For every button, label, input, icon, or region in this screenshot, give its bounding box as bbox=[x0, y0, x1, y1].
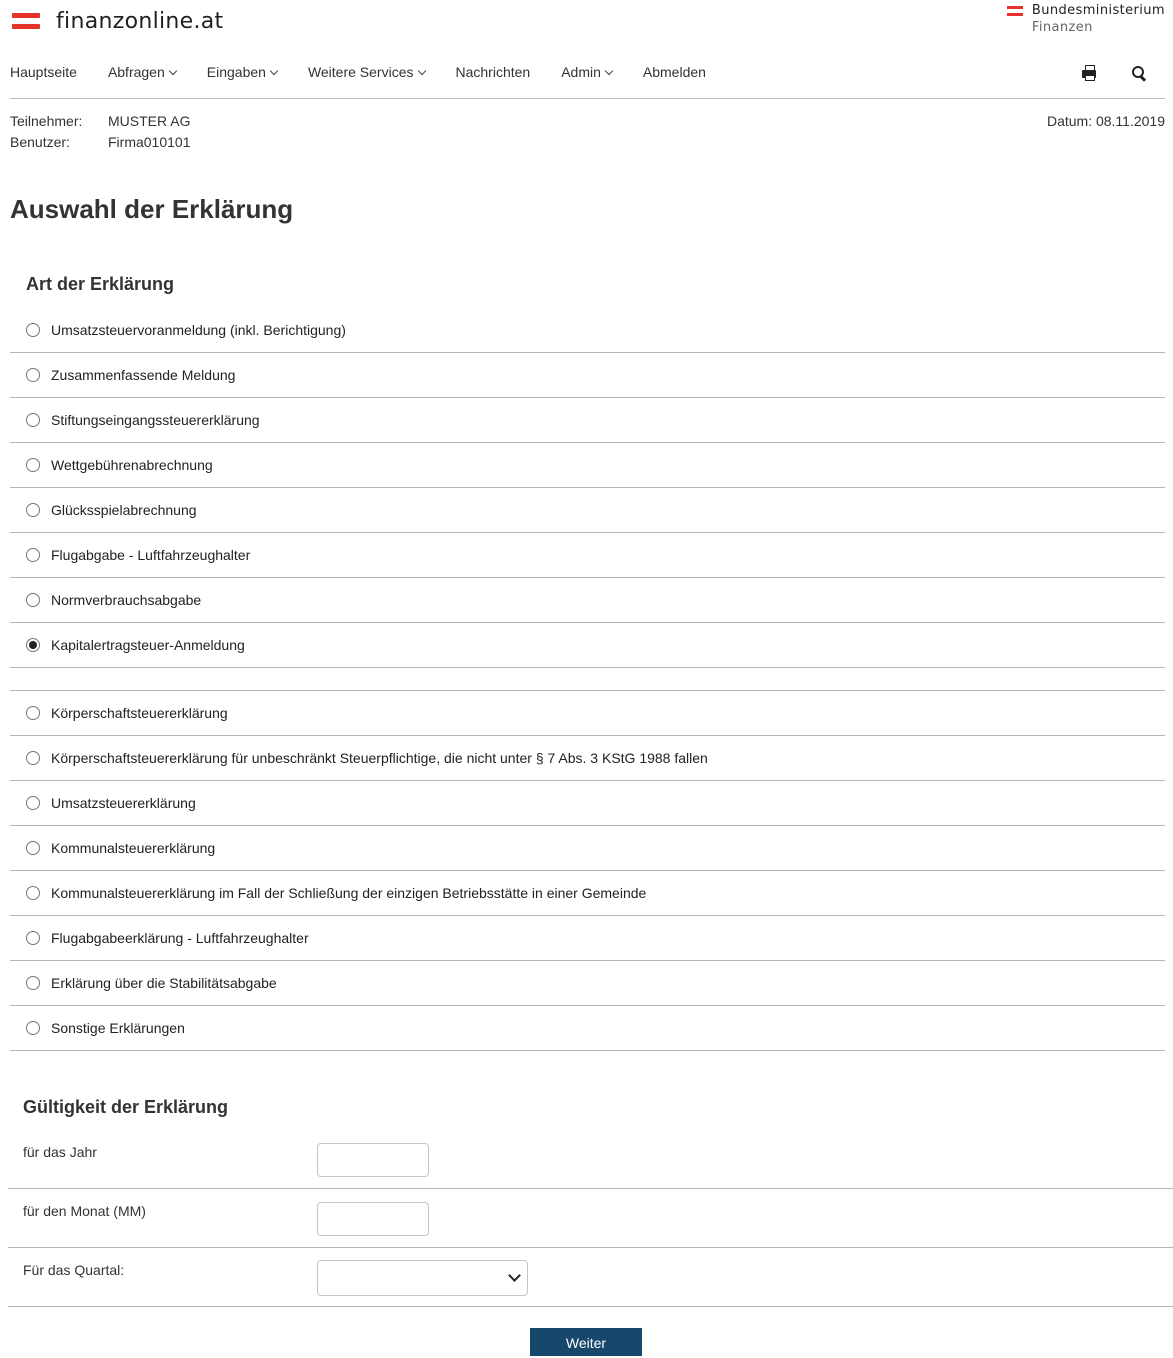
nav-label: Eingaben bbox=[206, 64, 266, 80]
radio-label: Sonstige Erklärungen bbox=[51, 1020, 185, 1036]
radio-option-flugabgabe[interactable]: Flugabgabe - Luftfahrzeughalter bbox=[10, 533, 1165, 578]
main-navigation: Hauptseite Abfragen Eingaben Weitere Ser… bbox=[10, 60, 1165, 99]
nav-item-abfragen[interactable]: Abfragen bbox=[107, 60, 178, 84]
radio-option-umsatzsteuervoranmeldung[interactable]: Umsatzsteuervoranmeldung (inkl. Berichti… bbox=[10, 308, 1165, 353]
radio-label: Flugabgabeerklärung - Luftfahrzeughalter bbox=[51, 930, 309, 946]
nav-label: Abmelden bbox=[642, 64, 706, 80]
quarter-select[interactable] bbox=[317, 1260, 528, 1296]
group-separator bbox=[10, 668, 1165, 691]
radio-label: Glücksspielabrechnung bbox=[51, 502, 197, 518]
radio-label: Umsatzsteuervoranmeldung (inkl. Berichti… bbox=[51, 322, 346, 338]
year-row: für das Jahr bbox=[8, 1130, 1173, 1189]
search-icon[interactable] bbox=[1129, 63, 1149, 83]
ministry-logo: Bundesministerium Finanzen bbox=[1006, 2, 1165, 36]
nav-item-eingaben[interactable]: Eingaben bbox=[206, 60, 279, 84]
site-name: finanzonline.at bbox=[56, 8, 224, 34]
radio-button[interactable] bbox=[26, 458, 40, 472]
user-label: Benutzer: bbox=[10, 134, 70, 150]
radio-button[interactable] bbox=[26, 368, 40, 382]
radio-option-flugabgabeerklaerung[interactable]: Flugabgabeerklärung - Luftfahrzeughalter bbox=[10, 916, 1165, 961]
radio-option-kommunalsteuer[interactable]: Kommunalsteuererklärung bbox=[10, 826, 1165, 871]
month-label: für den Monat (MM) bbox=[23, 1203, 146, 1219]
participant-label: Teilnehmer: bbox=[10, 113, 83, 129]
nav-label: Admin bbox=[561, 64, 601, 80]
radio-button[interactable] bbox=[26, 548, 40, 562]
radio-option-gluecksspiel[interactable]: Glücksspielabrechnung bbox=[10, 488, 1165, 533]
nav-label: Hauptseite bbox=[10, 64, 77, 80]
current-date: Datum: 08.11.2019 bbox=[1046, 113, 1165, 129]
radio-label: Kommunalsteuererklärung bbox=[51, 840, 216, 856]
radio-button[interactable] bbox=[26, 751, 40, 765]
weiter-button[interactable]: Weiter bbox=[530, 1328, 642, 1356]
radio-button[interactable] bbox=[26, 323, 40, 337]
year-label: für das Jahr bbox=[23, 1144, 97, 1160]
nav-label: Nachrichten bbox=[455, 64, 531, 80]
radio-option-stiftungseingangssteuer[interactable]: Stiftungseingangssteuererklärung bbox=[10, 398, 1165, 443]
radio-option-koerperschaftsteuer-unbeschraenkt[interactable]: Körperschaftsteuererklärung für unbeschr… bbox=[10, 736, 1165, 781]
radio-button[interactable] bbox=[26, 841, 40, 855]
radio-button[interactable] bbox=[26, 1021, 40, 1035]
nav-item-abmelden[interactable]: Abmelden bbox=[643, 60, 706, 84]
radio-option-koerperschaftsteuer[interactable]: Körperschaftsteuererklärung bbox=[10, 691, 1165, 736]
user-value: Firma010101 bbox=[108, 134, 191, 150]
declaration-type-heading: Art der Erklärung bbox=[26, 274, 175, 294]
radio-button[interactable] bbox=[26, 413, 40, 427]
radio-label: Kommunalsteuererklärung im Fall der Schl… bbox=[51, 885, 647, 901]
year-input[interactable] bbox=[317, 1143, 429, 1177]
validity-form: für das Jahr für den Monat (MM) Für das … bbox=[8, 1130, 1173, 1307]
nav-item-nachrichten[interactable]: Nachrichten bbox=[456, 60, 531, 84]
radio-button[interactable] bbox=[26, 931, 40, 945]
nav-label: Abfragen bbox=[107, 64, 165, 80]
radio-label: Erklärung über die Stabilitätsabgabe bbox=[51, 975, 277, 991]
radio-button[interactable] bbox=[26, 503, 40, 517]
print-icon[interactable] bbox=[1079, 63, 1099, 83]
radio-option-kommunalsteuer-schliessung[interactable]: Kommunalsteuererklärung im Fall der Schl… bbox=[10, 871, 1165, 916]
nav-item-admin[interactable]: Admin bbox=[561, 60, 614, 84]
chevron-down-icon bbox=[269, 66, 279, 76]
radio-button[interactable] bbox=[26, 706, 40, 720]
nav-item-weitere-services[interactable]: Weitere Services bbox=[307, 60, 426, 84]
month-row: für den Monat (MM) bbox=[8, 1189, 1173, 1248]
chevron-down-icon bbox=[168, 66, 178, 76]
nav-item-hauptseite[interactable]: Hauptseite bbox=[10, 60, 77, 84]
radio-option-stabilitaetsabgabe[interactable]: Erklärung über die Stabilitätsabgabe bbox=[10, 961, 1165, 1006]
radio-button[interactable] bbox=[26, 976, 40, 990]
ministry-line1: Bundesministerium bbox=[1031, 3, 1165, 18]
radio-option-zusammenfassende-meldung[interactable]: Zusammenfassende Meldung bbox=[10, 353, 1165, 398]
page-title: Auswahl der Erklärung bbox=[10, 194, 294, 224]
chevron-down-icon bbox=[508, 1269, 521, 1282]
radio-button[interactable] bbox=[26, 796, 40, 810]
radio-option-kapitalertragsteuer[interactable]: Kapitalertragsteuer-Anmeldung bbox=[10, 623, 1165, 668]
radio-label: Kapitalertragsteuer-Anmeldung bbox=[51, 637, 245, 653]
radio-button[interactable] bbox=[26, 886, 40, 900]
radio-label: Zusammenfassende Meldung bbox=[51, 367, 236, 383]
radio-button[interactable] bbox=[26, 593, 40, 607]
radio-option-sonstige[interactable]: Sonstige Erklärungen bbox=[10, 1006, 1165, 1051]
chevron-down-icon bbox=[604, 66, 614, 76]
austria-flag-icon bbox=[1006, 5, 1023, 17]
month-input[interactable] bbox=[317, 1202, 429, 1236]
participant-info: Teilnehmer: MUSTER AG Benutzer: Firma010… bbox=[10, 111, 191, 153]
quarter-row: Für das Quartal: bbox=[8, 1248, 1173, 1307]
radio-option-normverbrauchsabgabe[interactable]: Normverbrauchsabgabe bbox=[10, 578, 1165, 623]
radio-button-selected[interactable] bbox=[26, 638, 40, 652]
radio-label: Normverbrauchsabgabe bbox=[51, 592, 202, 608]
nav-label: Weitere Services bbox=[307, 64, 414, 80]
site-logo[interactable]: finanzonline.at bbox=[12, 6, 223, 36]
radio-option-wettgebuehren[interactable]: Wettgebührenabrechnung bbox=[10, 443, 1165, 488]
ministry-line2: Finanzen bbox=[1031, 20, 1093, 35]
radio-label: Stiftungseingangssteuererklärung bbox=[51, 412, 260, 428]
radio-label: Körperschaftsteuererklärung für unbeschr… bbox=[51, 750, 708, 766]
declaration-type-list: Umsatzsteuervoranmeldung (inkl. Berichti… bbox=[10, 308, 1165, 1051]
radio-option-umsatzsteuererklaerung[interactable]: Umsatzsteuererklärung bbox=[10, 781, 1165, 826]
quarter-label: Für das Quartal: bbox=[23, 1262, 125, 1278]
participant-value: MUSTER AG bbox=[108, 113, 191, 129]
validity-heading: Gültigkeit der Erklärung bbox=[23, 1097, 229, 1117]
austria-flag-icon bbox=[12, 12, 40, 30]
radio-label: Flugabgabe - Luftfahrzeughalter bbox=[51, 547, 251, 563]
chevron-down-icon bbox=[417, 66, 426, 76]
radio-label: Körperschaftsteuererklärung bbox=[51, 705, 228, 721]
radio-label: Wettgebührenabrechnung bbox=[51, 457, 213, 473]
radio-label: Umsatzsteuererklärung bbox=[51, 795, 196, 811]
